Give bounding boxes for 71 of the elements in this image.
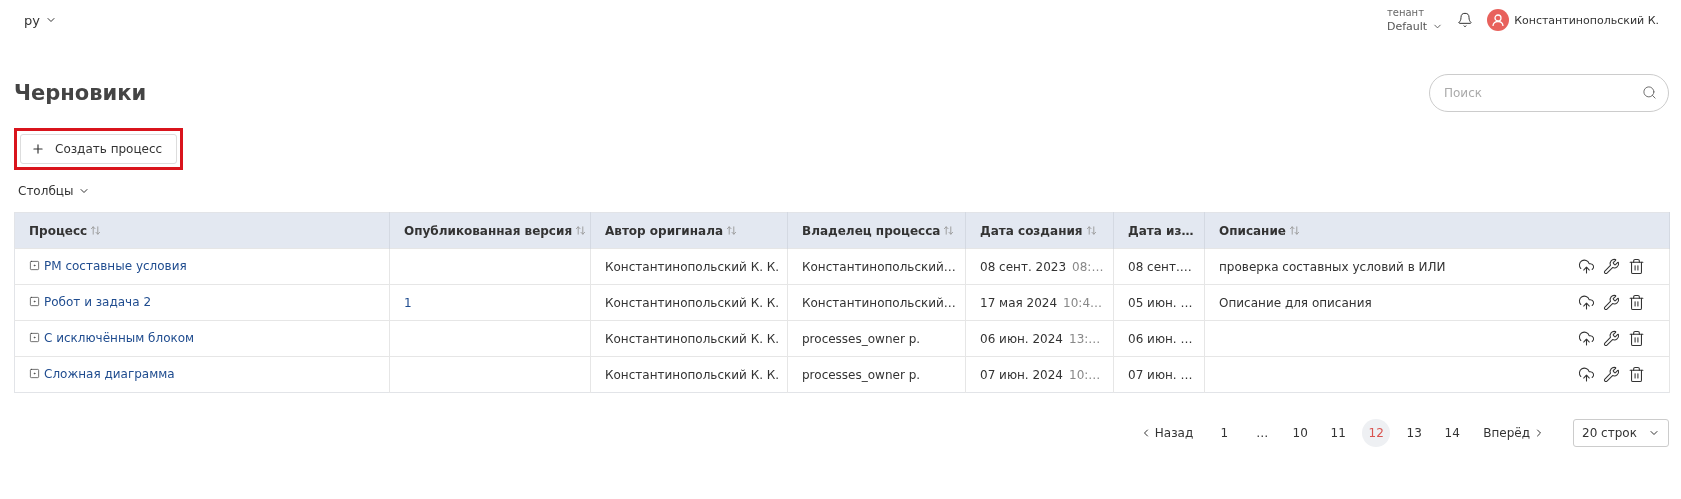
cloud-upload-icon[interactable] (1578, 330, 1595, 347)
next-page-button[interactable]: Вперёд (1473, 426, 1555, 440)
tenant-dropdown[interactable]: Default (1386, 20, 1444, 33)
created-date: 17 мая 2024 (980, 295, 1058, 310)
created-date: 08 сент. 2023 (980, 259, 1067, 274)
column-header: Дата из… (1113, 212, 1205, 249)
table-cell: processes_owner p. (787, 356, 966, 393)
avatar-icon (1487, 9, 1510, 31)
column-header[interactable]: Процесс (14, 212, 390, 249)
bell-icon[interactable] (1457, 12, 1474, 28)
process-icon (29, 296, 40, 308)
table-cell: 06 июн. … (1113, 320, 1205, 357)
page-title: Черновики (14, 81, 147, 105)
wrench-icon[interactable] (1603, 258, 1620, 275)
search-icon[interactable] (1642, 85, 1657, 100)
columns-dropdown[interactable]: Столбцы (18, 184, 91, 198)
process-link[interactable]: Сложная диаграмма (44, 366, 175, 381)
table-cell: Константинопольский К. К. (590, 248, 788, 285)
created-time: 08:… (1072, 259, 1104, 274)
plus-icon (31, 142, 45, 156)
page-button[interactable]: 13 (1400, 419, 1429, 447)
table-cell: Константинопольский К. К. (590, 284, 788, 321)
created-date: 07 июн. 2024 (980, 367, 1063, 382)
description-text: Описание для описания (1219, 295, 1372, 310)
table-cell: Константинопольский… (787, 248, 966, 285)
table-cell: processes_owner p. (787, 320, 966, 357)
cloud-upload-icon[interactable] (1578, 366, 1595, 383)
previous-page-button[interactable]: Назад (1129, 426, 1204, 440)
column-header[interactable]: Дата создания (965, 212, 1114, 249)
page-button[interactable]: 11 (1324, 419, 1353, 447)
create-process-button[interactable]: Создать процесс (20, 134, 178, 164)
page-button[interactable]: 14 (1438, 419, 1467, 447)
trash-icon[interactable] (1628, 366, 1645, 383)
created-time: 10:4… (1063, 295, 1102, 310)
process-link[interactable]: РМ составные условия (44, 258, 187, 273)
created-time: 13:… (1069, 331, 1101, 346)
created-time: 10:… (1069, 367, 1101, 382)
search-field[interactable]: Поиск (1429, 74, 1669, 112)
user-menu[interactable]: Константинопольский К. (1487, 9, 1659, 31)
trash-icon[interactable] (1628, 258, 1645, 275)
tenant-caption: тенант (1386, 7, 1425, 18)
page-button[interactable]: 10 (1286, 419, 1315, 447)
process-icon (29, 260, 40, 272)
wrench-icon[interactable] (1603, 294, 1620, 311)
wrench-icon[interactable] (1603, 330, 1620, 347)
process-link[interactable]: Робот и задача 2 (44, 294, 151, 309)
cloud-upload-icon[interactable] (1578, 258, 1595, 275)
version-link[interactable]: 1 (404, 295, 412, 310)
column-header[interactable]: Автор оригинала (590, 212, 788, 249)
page-button[interactable]: … (1248, 419, 1277, 447)
wrench-icon[interactable] (1603, 366, 1620, 383)
trash-icon[interactable] (1628, 330, 1645, 347)
table-cell: 08 сент.… (1113, 248, 1205, 285)
table-cell: Константинопольский К. К. (590, 356, 788, 393)
language-dropdown[interactable]: ру (24, 12, 57, 28)
page-button[interactable]: 1 (1210, 419, 1239, 447)
cloud-upload-icon[interactable] (1578, 294, 1595, 311)
trash-icon[interactable] (1628, 294, 1645, 311)
table-cell: Константинопольский К. К. (590, 320, 788, 357)
description-text: проверка составных условий в ИЛИ (1219, 259, 1446, 274)
column-header[interactable]: Опубликованная версия (389, 212, 591, 249)
process-link[interactable]: С исключённым блоком (44, 330, 195, 345)
table-cell: 05 июн. … (1113, 284, 1205, 321)
page-size-select[interactable]: 20 строк (1573, 419, 1669, 447)
process-icon (29, 368, 40, 380)
process-icon (29, 332, 40, 344)
column-header[interactable]: Владелец процесса (787, 212, 966, 249)
created-date: 06 июн. 2024 (980, 331, 1063, 346)
column-header[interactable]: Описание (1204, 212, 1670, 249)
table-cell: 07 июн. … (1113, 356, 1205, 393)
table-cell: Константинопольский… (787, 284, 966, 321)
